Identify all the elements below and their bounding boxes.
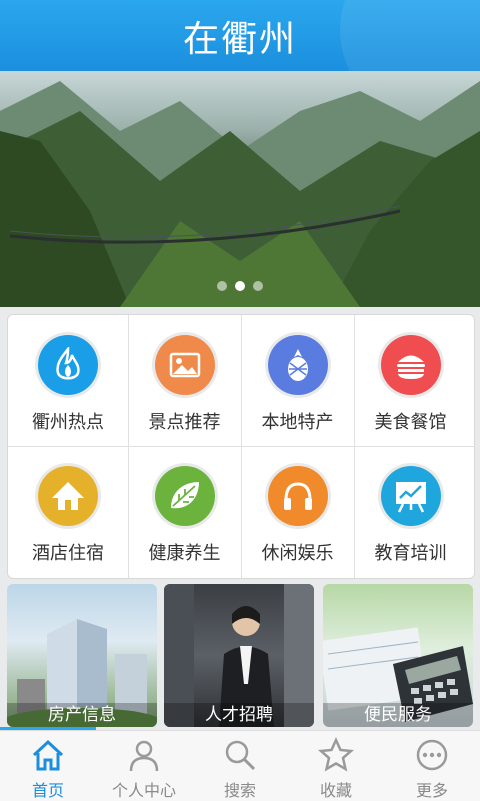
banner-image (0, 81, 480, 307)
card-services[interactable]: 便民服务 (323, 584, 473, 727)
category-burger[interactable]: 美食餐馆 (354, 315, 467, 446)
category-pineapple[interactable]: 本地特产 (241, 315, 354, 446)
tab-search[interactable]: 搜索 (192, 731, 288, 801)
tab-label: 个人中心 (111, 781, 176, 800)
tab-star[interactable]: 收藏 (288, 731, 384, 801)
category-picture[interactable]: 景点推荐 (128, 315, 241, 446)
headphones-icon (267, 466, 328, 526)
category-label: 休闲娱乐 (261, 543, 334, 564)
category-label: 本地特产 (261, 412, 334, 433)
app-header: 在衢州 (0, 0, 480, 71)
card-jobs[interactable]: 人才招聘 (164, 584, 314, 727)
banner-carousel[interactable] (0, 71, 480, 307)
tab-label: 更多 (415, 781, 448, 800)
card-label: 便民服务 (323, 703, 473, 727)
category-label: 衢州热点 (32, 412, 104, 433)
tab-label: 首页 (31, 781, 64, 800)
category-label: 美食餐馆 (374, 412, 447, 433)
pineapple-icon (267, 335, 328, 395)
category-label: 景点推荐 (148, 412, 221, 433)
bottom-tab-bar: 首页 个人中心 搜索 收藏 更多 (0, 730, 480, 801)
leaf-icon (154, 466, 215, 526)
tab-home[interactable]: 首页 (0, 731, 96, 801)
tab-more[interactable]: 更多 (384, 731, 480, 801)
category-flame[interactable]: 衢州热点 (8, 315, 128, 446)
app-title: 在衢州 (182, 19, 297, 60)
star-icon (318, 737, 354, 772)
category-label: 酒店住宿 (32, 543, 104, 564)
carousel-indicator (0, 276, 480, 295)
user-icon (129, 740, 159, 772)
house-icon (38, 466, 98, 526)
home-icon (32, 739, 64, 771)
card-label: 房产信息 (7, 703, 157, 727)
chart-board-icon (380, 466, 441, 526)
category-house[interactable]: 酒店住宿 (8, 446, 128, 577)
category-chart-board[interactable]: 教育培训 (354, 446, 467, 577)
category-grid: 衢州热点 景点推荐 本地特产 美食餐馆酒店住宿 健康养生 休闲娱乐 教育培训 (7, 314, 475, 579)
burger-icon (380, 335, 441, 395)
card-housing[interactable]: 房产信息 (7, 584, 157, 727)
category-headphones[interactable]: 休闲娱乐 (241, 446, 354, 577)
category-leaf[interactable]: 健康养生 (128, 446, 241, 577)
feature-cards: 房产信息 人才招聘 便民服务 (7, 584, 473, 727)
category-label: 健康养生 (148, 543, 221, 564)
carousel-dot[interactable] (217, 281, 227, 291)
carousel-dot[interactable] (253, 281, 263, 291)
category-label: 教育培训 (374, 543, 447, 564)
tab-label: 搜索 (223, 781, 256, 800)
picture-icon (154, 335, 215, 395)
search-icon (225, 740, 256, 771)
tab-user[interactable]: 个人中心 (96, 731, 192, 801)
more-icon (416, 739, 448, 771)
carousel-dot[interactable] (235, 281, 245, 291)
card-label: 人才招聘 (164, 703, 314, 727)
tab-label: 收藏 (319, 781, 352, 800)
flame-icon (38, 335, 98, 395)
